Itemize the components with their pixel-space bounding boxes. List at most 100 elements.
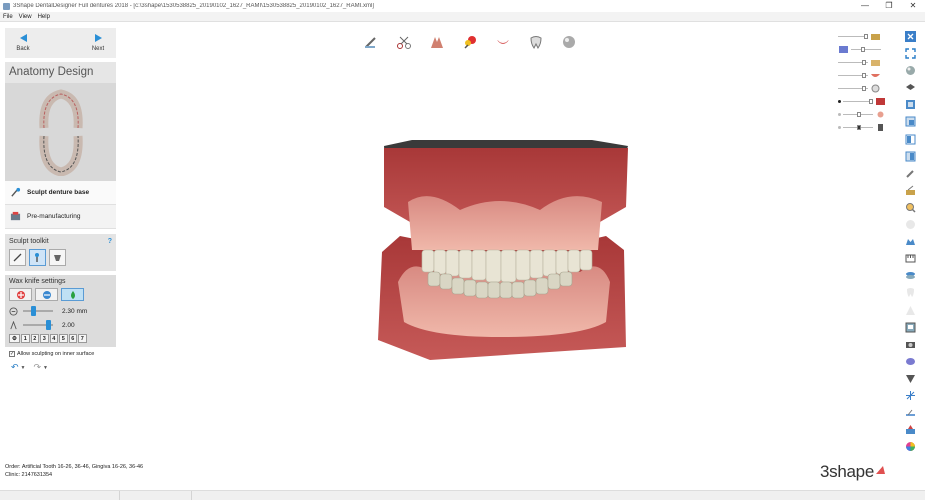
view-front-button[interactable] xyxy=(903,98,917,111)
remove-wax-button[interactable] xyxy=(35,288,58,301)
visibility-row[interactable] xyxy=(838,95,888,108)
chevron-down-icon[interactable]: ▼ xyxy=(43,365,48,371)
chevron-down-icon[interactable]: ▼ xyxy=(21,365,26,371)
visibility-slider[interactable] xyxy=(838,34,868,39)
expand-icon xyxy=(904,48,916,59)
preset-3[interactable]: 3 xyxy=(40,334,49,343)
preset-1[interactable]: 1 xyxy=(21,334,30,343)
disabled-tool-button[interactable] xyxy=(903,304,917,317)
visibility-slider[interactable] xyxy=(838,60,868,65)
visibility-row[interactable] xyxy=(838,108,888,121)
sculpt-tool-button[interactable] xyxy=(361,32,380,51)
rotate-view-button[interactable] xyxy=(903,64,917,77)
visibility-row[interactable] xyxy=(838,121,888,134)
visibility-row[interactable] xyxy=(838,82,888,95)
pen-tool-button[interactable] xyxy=(903,167,917,180)
preset-7[interactable]: 7 xyxy=(78,334,87,343)
measure-tool-button[interactable] xyxy=(903,201,917,214)
status-cell xyxy=(0,491,120,500)
layers-tool-button[interactable] xyxy=(903,269,917,282)
gingiva-tool-button[interactable] xyxy=(493,32,512,51)
morph-tool-button[interactable] xyxy=(49,249,66,266)
sculpt-icon xyxy=(11,187,21,197)
visibility-slider[interactable] xyxy=(838,73,868,78)
undo-button[interactable]: ↶ ▼ xyxy=(11,362,26,373)
back-label: Back xyxy=(16,46,30,52)
active-dot-icon xyxy=(838,100,841,103)
clip-tool-button[interactable] xyxy=(903,184,917,197)
close-view-button[interactable] xyxy=(903,30,917,43)
size-slider-thumb[interactable] xyxy=(30,306,36,316)
smooth-wax-button[interactable] xyxy=(61,288,84,301)
anatomy-tool-button[interactable] xyxy=(427,32,446,51)
next-label: Next xyxy=(91,46,105,52)
step-sculpt-denture-base[interactable]: Sculpt denture base xyxy=(5,181,116,205)
3d-viewport[interactable] xyxy=(370,132,635,367)
view-top-button[interactable] xyxy=(903,81,917,94)
help-icon[interactable]: ? xyxy=(108,238,112,245)
view-right-button[interactable] xyxy=(903,150,917,163)
next-button[interactable]: Next xyxy=(88,34,108,52)
menu-file[interactable]: File xyxy=(0,14,16,20)
crown-tool-button[interactable] xyxy=(903,235,917,248)
visibility-slider[interactable] xyxy=(843,125,873,130)
menu-help[interactable]: Help xyxy=(35,14,53,20)
preset-2[interactable]: 2 xyxy=(30,334,39,343)
hidden-tool-button[interactable] xyxy=(903,218,917,231)
preset-4[interactable]: 4 xyxy=(49,334,58,343)
camera-tool-button[interactable] xyxy=(903,338,917,351)
visibility-slider[interactable] xyxy=(843,112,873,117)
lower-model-icon xyxy=(876,98,885,105)
redo-button[interactable]: ↷ ▼ xyxy=(34,362,49,373)
visibility-row[interactable] xyxy=(838,56,888,69)
visibility-row[interactable] xyxy=(838,69,888,82)
shield-tool-button[interactable] xyxy=(903,372,917,385)
back-button[interactable]: Back xyxy=(13,34,33,52)
size-slider[interactable] xyxy=(23,306,53,316)
scan-tool-button[interactable] xyxy=(903,355,917,368)
preset-5[interactable]: 5 xyxy=(59,334,68,343)
allow-inner-surface-checkbox[interactable]: ✓ xyxy=(9,351,15,357)
minimize-button[interactable]: — xyxy=(853,0,877,12)
status-cell xyxy=(120,491,192,500)
ruler-tool-button[interactable] xyxy=(903,252,917,265)
color-wheel-button[interactable] xyxy=(903,440,917,453)
add-wax-button[interactable] xyxy=(9,288,32,301)
strength-slider[interactable] xyxy=(23,320,53,330)
tooth-tool-button[interactable] xyxy=(526,32,545,51)
wax-knife-tool-button[interactable] xyxy=(29,249,46,266)
section-tool-button[interactable] xyxy=(903,406,917,419)
inactive-dot-icon xyxy=(838,113,841,116)
window-title: 3Shape DentalDesigner Full dentures 2018… xyxy=(13,3,374,9)
panel-tool-button[interactable] xyxy=(903,321,917,334)
status-bar xyxy=(0,490,925,500)
preset-settings-icon[interactable]: ⚙ xyxy=(9,334,20,343)
dental-arch-icon xyxy=(38,89,83,176)
disabled-tool-button[interactable] xyxy=(903,286,917,299)
brand-logo: 3shape xyxy=(820,462,885,482)
visibility-slider[interactable] xyxy=(851,47,881,52)
color-tool-button[interactable] xyxy=(460,32,479,51)
pencil-tool-button[interactable] xyxy=(9,249,26,266)
dental-arch-preview xyxy=(5,83,116,181)
axis-tool-button[interactable] xyxy=(903,389,917,402)
step-pre-manufacturing[interactable]: Pre-manufacturing xyxy=(5,205,116,229)
sphere-tool-button[interactable] xyxy=(559,32,578,51)
visibility-row[interactable] xyxy=(838,43,888,56)
visibility-slider[interactable] xyxy=(843,99,873,104)
articulator-tool-button[interactable] xyxy=(903,423,917,436)
view-left-button[interactable] xyxy=(903,133,917,146)
visibility-slider[interactable] xyxy=(838,86,868,91)
layers-icon xyxy=(905,272,915,280)
maximize-button[interactable]: ❐ xyxy=(877,0,901,12)
strength-slider-thumb[interactable] xyxy=(45,320,51,330)
menu-view[interactable]: View xyxy=(16,14,35,20)
view-back-button[interactable] xyxy=(903,115,917,128)
cut-tool-button[interactable] xyxy=(394,32,413,51)
preset-6[interactable]: 6 xyxy=(68,334,77,343)
visibility-row[interactable] xyxy=(838,30,888,43)
order-label: Order: xyxy=(5,464,21,470)
close-button[interactable]: ✕ xyxy=(901,0,925,12)
faded-tooth-icon xyxy=(906,288,914,298)
fit-view-button[interactable] xyxy=(903,47,917,60)
